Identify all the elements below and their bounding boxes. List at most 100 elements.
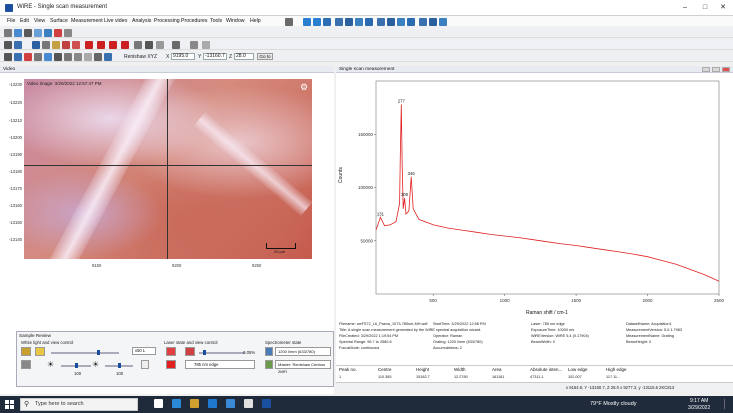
montage-icon[interactable] xyxy=(145,40,153,49)
light-icon[interactable] xyxy=(14,28,22,37)
stage-recall-icon[interactable] xyxy=(64,52,72,61)
stage-move-icon[interactable] xyxy=(4,52,12,61)
minimize-button[interactable]: – xyxy=(676,2,694,14)
store-icon[interactable] xyxy=(226,399,235,408)
peak-col-header[interactable]: High edge xyxy=(606,367,627,372)
menu-help[interactable]: Help xyxy=(247,17,264,25)
crosshair-icon[interactable] xyxy=(202,40,210,49)
stage-stop-icon[interactable] xyxy=(24,52,32,61)
menu-window[interactable]: Window xyxy=(223,17,247,25)
joystick-icon[interactable] xyxy=(32,40,40,49)
arrow-up-icon[interactable] xyxy=(85,40,93,49)
contrast-slider[interactable] xyxy=(61,363,91,368)
task-view-icon[interactable] xyxy=(154,399,163,408)
panel-maximize-button[interactable] xyxy=(712,67,720,72)
menu-view[interactable]: View xyxy=(31,17,48,25)
brightness-icon[interactable] xyxy=(35,347,45,356)
slider-thumb[interactable] xyxy=(75,363,78,368)
dropdown-icon[interactable] xyxy=(42,40,50,49)
focus-icon[interactable] xyxy=(64,28,72,37)
peak-col-header[interactable]: Width xyxy=(454,367,466,372)
measure-icon[interactable] xyxy=(313,17,321,26)
menu-edit[interactable]: Edit xyxy=(17,17,32,25)
peak-col-header[interactable]: Area xyxy=(492,367,502,372)
stage-map-icon[interactable] xyxy=(14,52,22,61)
laser-icon[interactable] xyxy=(44,28,52,37)
taskbar-search-input[interactable]: Type here to search xyxy=(20,398,138,411)
wizard-icon[interactable] xyxy=(303,17,311,26)
image-icon[interactable] xyxy=(134,40,142,49)
overlay-icon[interactable] xyxy=(190,40,198,49)
detector-icon[interactable] xyxy=(265,360,273,369)
arrow-down-icon[interactable] xyxy=(121,40,129,49)
stage-lock-icon[interactable] xyxy=(74,52,82,61)
panel-minimize-button[interactable] xyxy=(702,67,710,72)
wire-taskbar-icon[interactable] xyxy=(262,399,271,408)
objective-select[interactable]: x50 L xyxy=(132,347,156,355)
grating-icon[interactable] xyxy=(265,347,273,356)
stage-reset-icon[interactable] xyxy=(84,52,92,61)
laser-power-icon[interactable] xyxy=(185,347,195,356)
select-icon[interactable] xyxy=(4,40,12,49)
target-icon[interactable] xyxy=(62,40,70,49)
clock-date[interactable]: 3/29/2022 xyxy=(688,405,710,411)
slider-thumb[interactable] xyxy=(203,350,206,355)
map-area-icon[interactable] xyxy=(52,40,60,49)
map-icon[interactable] xyxy=(335,17,343,26)
peak-col-header[interactable]: Centre xyxy=(378,367,392,372)
print-icon[interactable] xyxy=(285,17,293,26)
peak-icon[interactable] xyxy=(397,17,405,26)
z-coordinate-input[interactable]: 28.0 xyxy=(234,52,254,60)
cursor-icon[interactable] xyxy=(387,17,395,26)
close-button[interactable]: ✕ xyxy=(714,2,732,14)
zoom-icon[interactable] xyxy=(355,17,363,26)
peak-col-header[interactable]: Height xyxy=(416,367,429,372)
lamp-icon[interactable] xyxy=(21,347,31,356)
pan-icon[interactable] xyxy=(377,17,385,26)
fit-icon[interactable] xyxy=(365,17,373,26)
laser-shutter-icon[interactable] xyxy=(166,347,176,356)
snapshot-icon[interactable] xyxy=(34,28,42,37)
stage-save-icon[interactable] xyxy=(54,52,62,61)
app-icon[interactable] xyxy=(244,399,253,408)
grating-select[interactable]: 1200 l/mm (633/780) xyxy=(275,347,331,356)
grid-icon[interactable] xyxy=(156,40,164,49)
panel-close-button[interactable] xyxy=(722,67,730,72)
stage-focus-icon[interactable] xyxy=(44,52,52,61)
laser-select[interactable]: 785 nm edge xyxy=(185,360,255,369)
clock-time[interactable]: 9:17 AM xyxy=(690,398,708,404)
slider-thumb[interactable] xyxy=(118,363,121,368)
y-coordinate-input[interactable]: -13160.7 xyxy=(203,52,227,60)
peak-col-header[interactable]: Low edge xyxy=(568,367,588,372)
export-icon[interactable] xyxy=(419,17,427,26)
gear-icon[interactable]: ⚙ xyxy=(300,83,309,92)
peak-col-header[interactable]: Peak no. xyxy=(339,367,357,372)
stage-icon[interactable] xyxy=(14,40,22,49)
mail-icon[interactable] xyxy=(208,399,217,408)
stage-settings-icon[interactable] xyxy=(104,52,112,61)
brightness-slider[interactable] xyxy=(51,350,119,355)
x-coordinate-input[interactable]: 9195.0 xyxy=(171,52,195,60)
stop-icon[interactable] xyxy=(323,17,331,26)
laser-on-icon[interactable] xyxy=(166,360,176,369)
stage-zero-icon[interactable] xyxy=(34,52,42,61)
menu-live-video[interactable]: Live video xyxy=(101,17,130,25)
video-image[interactable]: Video Image: 3/29/2022 12:57:47 PM ⚙ 20 … xyxy=(24,79,312,259)
shutter-icon[interactable] xyxy=(54,28,62,37)
table-icon[interactable] xyxy=(172,40,180,49)
file-explorer-icon[interactable] xyxy=(190,399,199,408)
camera-settings-icon[interactable] xyxy=(21,360,31,369)
auto-icon[interactable] xyxy=(141,360,149,369)
windows-start-icon[interactable] xyxy=(5,400,14,409)
spectrum-chart[interactable]: 500 1000 1500 2000 2500 50000 100000 150000 277 3… xyxy=(336,73,733,313)
report-icon[interactable] xyxy=(429,17,437,26)
objective-icon[interactable] xyxy=(24,28,32,37)
arrow-right-icon[interactable] xyxy=(109,40,117,49)
baseline-icon[interactable] xyxy=(407,17,415,26)
home-icon[interactable] xyxy=(72,40,80,49)
laser-power-slider[interactable] xyxy=(199,350,245,355)
analysis-icon[interactable] xyxy=(345,17,353,26)
detector-select[interactable]: Master: Renishaw Centrus 2MFI xyxy=(275,360,331,374)
gamma-slider[interactable] xyxy=(105,363,133,368)
menu-procedures[interactable]: Procedures xyxy=(178,17,211,25)
